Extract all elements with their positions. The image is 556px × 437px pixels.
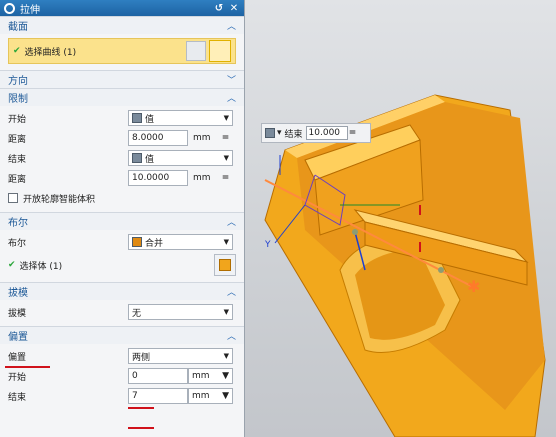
start-label: 开始 bbox=[8, 114, 27, 125]
chevron-down-icon: ▼ bbox=[223, 238, 229, 246]
float-value-input[interactable]: 10.000 bbox=[305, 126, 348, 140]
section-header-boolean[interactable]: 布尔 ︿ bbox=[0, 212, 244, 230]
dialog-title: 拉伸 bbox=[20, 4, 40, 16]
select-body-button[interactable] bbox=[214, 254, 236, 276]
check-icon: ✔ bbox=[8, 260, 16, 270]
annotation-underline bbox=[5, 366, 50, 368]
section-header-section[interactable]: 截面 ︿ bbox=[0, 16, 244, 34]
offset-start-label: 开始 bbox=[8, 372, 27, 383]
equals-button[interactable]: = bbox=[348, 128, 358, 138]
offset-end-input[interactable]: 7 bbox=[128, 388, 188, 404]
draft-title: 拔模 bbox=[8, 288, 28, 299]
distance-label: 距离 bbox=[8, 134, 27, 145]
equals-button[interactable]: = bbox=[218, 173, 233, 183]
chevron-down-icon: ▼ bbox=[222, 391, 229, 401]
sketch-section-button[interactable] bbox=[186, 41, 206, 61]
offset-start-unit[interactable]: mm ▼ bbox=[188, 368, 233, 384]
unit-label: mm bbox=[193, 133, 211, 143]
float-value-bar: ▾ 结束 10.000 = bbox=[261, 123, 371, 143]
section-title: 截面 bbox=[8, 22, 28, 33]
select-body-label: 选择体 (1) bbox=[19, 261, 63, 272]
select-curve-row[interactable]: ✔ 选择曲线 (1) bbox=[8, 38, 236, 64]
value-icon bbox=[132, 153, 142, 163]
extrude-dialog: 拉伸 ↺ ✕ 截面 ︿ ✔ 选择曲线 (1) 方向 ﹀ 限制 ︿ 开始 值 ▼ 距… bbox=[0, 0, 245, 437]
boolean-label: 布尔 bbox=[8, 238, 27, 249]
chevron-up-icon[interactable]: ︿ bbox=[227, 19, 236, 32]
chevron-down-icon: ▼ bbox=[223, 352, 229, 360]
annotation-underline bbox=[128, 407, 154, 409]
cube-icon bbox=[219, 259, 231, 271]
select-curve-label: 选择曲线 (1) bbox=[24, 47, 77, 58]
boolean-title: 布尔 bbox=[8, 218, 28, 229]
section-header-draft[interactable]: 拔模 ︿ bbox=[0, 282, 244, 300]
boolean-dropdown[interactable]: 合并 ▼ bbox=[128, 234, 233, 250]
close-icon[interactable]: ✕ bbox=[228, 3, 240, 14]
direction-title: 方向 bbox=[8, 76, 28, 87]
limits-title: 限制 bbox=[8, 94, 28, 105]
unit-label: mm bbox=[193, 173, 211, 183]
chevron-down-icon[interactable]: ﹀ bbox=[227, 73, 236, 86]
section-header-limits[interactable]: 限制 ︿ bbox=[0, 88, 244, 106]
equals-button[interactable]: = bbox=[218, 133, 233, 143]
offset-dropdown[interactable]: 两侧 ▼ bbox=[128, 348, 233, 364]
chevron-up-icon[interactable]: ︿ bbox=[227, 91, 236, 104]
3d-viewport[interactable]: ✱ Y bbox=[245, 0, 556, 437]
chevron-down-icon[interactable]: ▾ bbox=[277, 128, 282, 138]
start-distance-input[interactable]: 8.0000 bbox=[128, 130, 188, 146]
unite-icon bbox=[132, 237, 142, 247]
start-dropdown[interactable]: 值 ▼ bbox=[128, 110, 233, 126]
float-label: 结束 bbox=[284, 129, 303, 140]
end-dropdown[interactable]: 值 ▼ bbox=[128, 150, 233, 166]
chevron-down-icon: ▼ bbox=[222, 371, 229, 381]
value-icon bbox=[132, 113, 142, 123]
chevron-up-icon[interactable]: ︿ bbox=[227, 329, 236, 342]
chevron-down-icon: ▼ bbox=[223, 154, 229, 162]
annotation-underline bbox=[128, 427, 154, 429]
offset-label: 偏置 bbox=[8, 352, 27, 363]
end-distance-input[interactable]: 10.0000 bbox=[128, 170, 188, 186]
chevron-down-icon: ▼ bbox=[223, 114, 229, 122]
section-header-direction[interactable]: 方向 ﹀ bbox=[0, 70, 244, 88]
chevron-up-icon[interactable]: ︿ bbox=[227, 215, 236, 228]
reset-icon[interactable]: ↺ bbox=[213, 3, 225, 14]
offset-start-input[interactable]: 0 bbox=[128, 368, 188, 384]
part-model: ✱ Y bbox=[264, 94, 546, 437]
curve-icon[interactable] bbox=[209, 40, 231, 62]
svg-text:✱: ✱ bbox=[467, 277, 480, 296]
svg-text:Y: Y bbox=[264, 240, 271, 250]
end-label: 结束 bbox=[8, 154, 27, 165]
draft-label: 拔模 bbox=[8, 308, 27, 319]
chevron-down-icon: ▼ bbox=[223, 308, 229, 316]
value-icon[interactable] bbox=[265, 128, 275, 138]
open-profile-checkbox[interactable] bbox=[8, 193, 18, 203]
draft-dropdown[interactable]: 无 ▼ bbox=[128, 304, 233, 320]
open-profile-label: 开放轮廓智能体积 bbox=[23, 194, 96, 205]
section-header-offset[interactable]: 偏置 ︿ bbox=[0, 326, 244, 344]
offset-title: 偏置 bbox=[8, 332, 28, 343]
dialog-titlebar: 拉伸 ↺ ✕ bbox=[0, 0, 244, 16]
offset-end-unit[interactable]: mm ▼ bbox=[188, 388, 233, 404]
distance-label: 距离 bbox=[8, 174, 27, 185]
offset-end-label: 结束 bbox=[8, 392, 27, 403]
check-icon: ✔ bbox=[13, 46, 21, 56]
chevron-up-icon[interactable]: ︿ bbox=[227, 285, 236, 298]
gear-icon bbox=[4, 2, 15, 14]
